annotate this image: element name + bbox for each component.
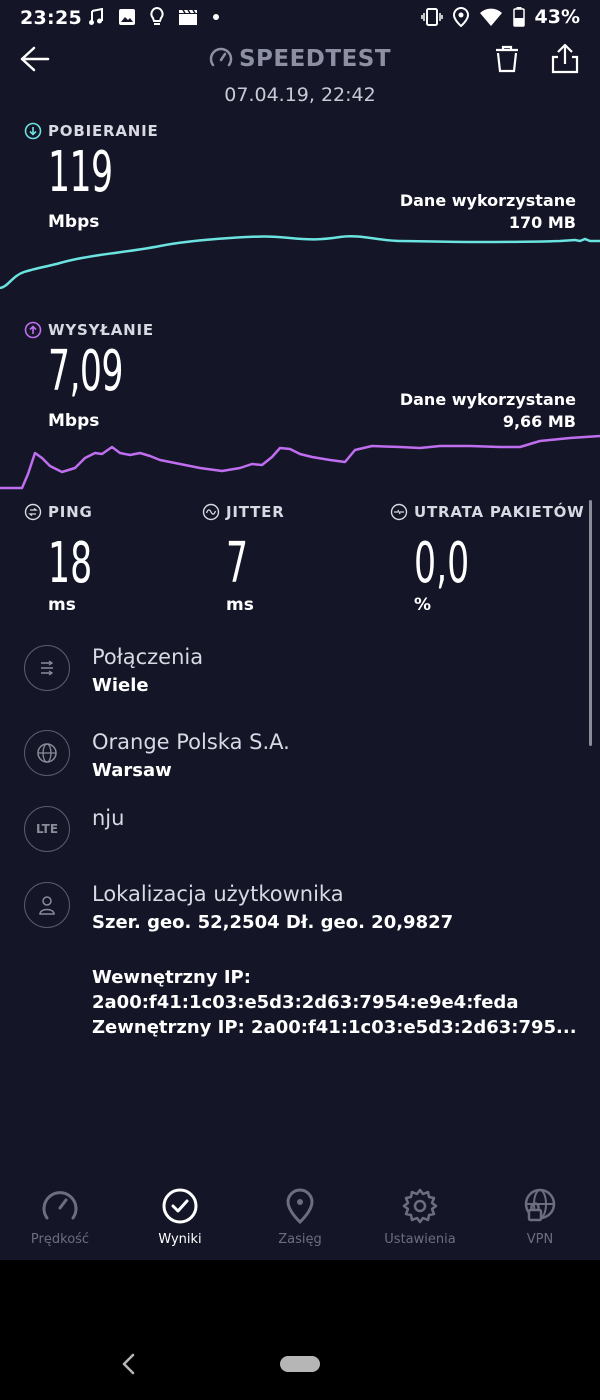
download-speed-graph [0,235,600,290]
system-navigation-bar [0,1260,600,1400]
connections-icon [24,645,70,691]
location-icon [452,7,469,27]
upload-label-text: WYSYŁANIE [48,321,154,339]
status-time: 23:25 [20,7,82,29]
title-text: SPEEDTEST [238,46,392,72]
vibrate-icon [420,8,443,26]
upload-data-used-label: Dane wykorzystane [399,390,576,409]
nav-speed-label: Prędkość [30,1232,90,1247]
upload-value: 7,09 [48,339,123,404]
nav-coverage-label: Zasięg [278,1232,322,1247]
internal-ip-label: Wewnętrzny IP: [92,967,251,988]
user-coordinates: Szer. geo. 52,2504 Dł. geo. 20,9827 [92,912,454,933]
lte-icon: LTE [24,806,70,852]
internal-ip-value: 2a00:f41:1c03:e5d3:2d63:7954:e9e4:feda [92,992,519,1013]
download-label-text: POBIERANIE [48,122,159,140]
test-date: 07.04.19, 22:42 [224,84,376,106]
upload-graph-line [0,434,600,490]
download-graph-line [0,235,600,290]
upload-speed-graph [0,434,600,490]
jitter-icon [202,503,220,521]
download-data-used-label: Dane wykorzystane [399,191,576,210]
nav-settings-label: Ustawienia [384,1232,456,1247]
nav-speed[interactable]: Prędkość [0,1180,120,1247]
speedometer-logo-icon [209,47,233,67]
connections-title: Połączenia [92,645,204,669]
external-ip: Zewnętrzny IP: 2a00:f41:1c03:e5d3:2d63:7… [92,1017,577,1038]
system-back-icon[interactable] [120,1352,138,1376]
nav-settings[interactable]: Ustawienia [360,1180,480,1247]
packet-loss-metric: UTRATA PAKIETÓW 0,0 % [390,503,585,615]
packet-loss-value: 0,0 [414,531,470,596]
scrollbar[interactable] [589,500,592,746]
upload-label: WYSYŁANIE [24,321,154,339]
ping-icon [24,503,42,521]
download-value: 119 [48,140,113,205]
image-icon [119,9,135,25]
battery-percent: 43% [534,6,580,28]
nav-vpn-label: VPN [526,1232,554,1247]
download-label: POBIERANIE [24,122,159,140]
ping-metric: PING 18 ms [24,503,93,615]
system-status-icons: 43% [420,6,580,28]
share-icon[interactable] [550,43,580,75]
status-bar: 23:25 43% [0,0,600,36]
provider-city: Warsaw [92,760,172,781]
packet-loss-unit: % [414,595,432,615]
upload-icon [24,321,42,339]
jitter-metric: JITTER 7 ms [202,503,285,615]
speedtest-app: 23:25 43% SPEEDTEST 07.04.19, 22:42 POBI… [0,0,600,1260]
ping-unit: ms [48,595,76,615]
ping-value: 18 [48,531,93,596]
packet-loss-icon [390,503,408,521]
packet-loss-label: UTRATA PAKIETÓW [390,503,585,521]
clapperboard-icon [179,9,197,25]
bottom-navigation: Prędkość Wyniki Zasięg Ustawienia VPN [0,1180,600,1260]
jitter-label-text: JITTER [226,503,285,521]
provider-name: Orange Polska S.A. [92,730,290,754]
jitter-label: JITTER [202,503,285,521]
user-icon [24,882,70,928]
vpn-globe-lock-icon [524,1188,556,1222]
music-note-icon [89,8,103,25]
nav-vpn[interactable]: VPN [480,1180,600,1247]
ping-label-text: PING [48,503,93,521]
globe-icon [24,730,70,776]
notification-icons [88,7,220,27]
packet-loss-label-text: UTRATA PAKIETÓW [414,503,585,521]
ip-addresses: Wewnętrzny IP: 2a00:f41:1c03:e5d3:2d63:7… [92,965,582,1040]
battery-icon [512,7,525,27]
jitter-unit: ms [226,595,254,615]
download-icon [24,122,42,140]
gear-icon [402,1188,438,1224]
network-operator: nju [92,806,125,830]
system-home-pill[interactable] [280,1356,320,1372]
speedometer-icon [42,1191,78,1220]
nav-coverage[interactable]: Zasięg [240,1180,360,1247]
map-pin-icon [286,1188,314,1224]
user-location-title: Lokalizacja użytkownika [92,882,344,906]
nav-results-label: Wyniki [158,1232,202,1247]
lte-badge-text: LTE [35,822,59,836]
nav-results[interactable]: Wyniki [120,1180,240,1247]
jitter-value: 7 [226,531,249,596]
check-circle-icon [162,1188,198,1224]
dot-icon [213,14,219,20]
trash-icon[interactable] [492,44,522,74]
lightbulb-icon [150,7,164,25]
connections-value: Wiele [92,675,149,696]
wifi-icon [479,8,502,26]
ping-label: PING [24,503,93,521]
